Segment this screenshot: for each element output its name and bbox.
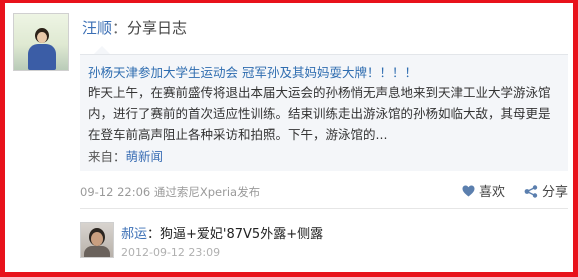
post-header-separator: ： xyxy=(112,19,128,37)
avatar-face xyxy=(37,32,47,43)
comment: 郝运：狗逼+爱妃'87V5外露+侧露 xyxy=(121,223,323,242)
share-icon xyxy=(524,185,538,198)
comment-avatar[interactable] xyxy=(80,222,114,258)
shared-post-body: 昨天上午，在赛前盛传将退出本届大运会的孙杨悄无声息地来到天津工业大学游泳馆内，进… xyxy=(88,85,551,142)
post-source: 来自：萌新闻 xyxy=(88,146,163,165)
comment-divider xyxy=(80,208,568,209)
post-author-link[interactable]: 汪顺 xyxy=(82,19,112,37)
post-action-label: 分享日志 xyxy=(127,19,188,37)
like-button[interactable]: 喜欢 xyxy=(462,181,505,200)
post-meta: 09-12 22:06 通过索尼Xperia发布 xyxy=(80,185,261,199)
share-button[interactable]: 分享 xyxy=(524,181,568,200)
quote-arrow xyxy=(94,46,110,54)
shared-post-title[interactable]: 孙杨天津参加大学生运动会 冠军孙及其妈妈耍大牌！！！！ xyxy=(88,62,417,81)
avatar[interactable] xyxy=(13,13,69,71)
post-header: 汪顺：分享日志 xyxy=(82,17,187,38)
heart-icon xyxy=(462,185,475,197)
like-label: 喜欢 xyxy=(479,185,506,200)
comment-text: 狗逼+爱妃'87V5外露+侧露 xyxy=(160,227,324,242)
comment-timestamp: 2012-09-12 23:09 xyxy=(121,246,221,259)
comment-avatar-body xyxy=(84,246,110,257)
avatar-body xyxy=(28,44,56,70)
comment-author-link[interactable]: 郝运 xyxy=(121,227,147,242)
comment-separator: ： xyxy=(147,227,161,242)
comment-avatar-face xyxy=(91,232,103,246)
share-label: 分享 xyxy=(542,185,569,200)
source-label: 来自： xyxy=(88,149,126,164)
source-link[interactable]: 萌新闻 xyxy=(126,149,164,164)
